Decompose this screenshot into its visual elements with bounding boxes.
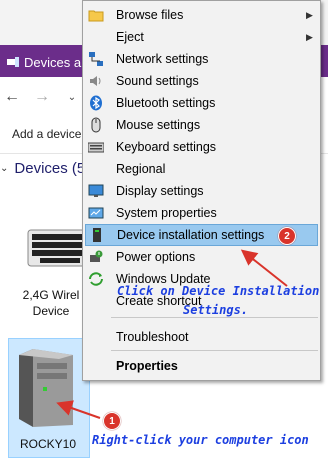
folder-icon xyxy=(88,10,104,22)
monitor-icon xyxy=(88,184,104,197)
forward-icon[interactable]: → xyxy=(34,88,50,106)
keyboard-label-line1: 2,4G Wirel xyxy=(22,288,80,302)
menu-item-keyboard-settings[interactable]: Keyboard settings xyxy=(83,136,320,158)
chevron-down-icon[interactable]: ⌄ xyxy=(64,92,80,103)
menu-item-label: Device installation settings xyxy=(117,228,265,242)
menu-item-label: Sound settings xyxy=(116,74,199,88)
system-icon xyxy=(88,207,104,219)
power-icon xyxy=(90,250,103,262)
menu-item-label: Troubleshoot xyxy=(116,330,189,344)
menu-item-label: Mouse settings xyxy=(116,118,201,132)
collapse-chevron-icon[interactable]: ⌄ xyxy=(0,163,8,174)
keyboard-device-label: 2,4G Wirel Device xyxy=(16,287,86,319)
devices-section-title: Devices (5 xyxy=(14,160,86,177)
mouse-icon xyxy=(91,117,101,133)
menu-item-label: Bluetooth settings xyxy=(116,96,216,110)
devices-section-header[interactable]: ⌄ Devices (5 xyxy=(0,160,85,177)
computer-device-label: ROCKY10 xyxy=(19,437,77,451)
menu-item-label: Eject xyxy=(116,30,144,44)
step1-badge: 1 xyxy=(103,412,121,430)
window-tab[interactable]: Devices an xyxy=(0,49,94,75)
menu-item-label: Network settings xyxy=(116,52,209,66)
menu-separator xyxy=(111,317,318,318)
windows-update-icon xyxy=(89,272,103,286)
menu-item-label: Browse files xyxy=(116,8,184,22)
menu-item-mouse-settings[interactable]: Mouse settings xyxy=(83,114,320,136)
menu-item-bluetooth-settings[interactable]: Bluetooth settings xyxy=(83,92,320,114)
menu-item-label: Display settings xyxy=(116,184,204,198)
back-icon[interactable]: ← xyxy=(4,88,20,106)
menu-item-troubleshoot[interactable]: Troubleshoot xyxy=(83,326,320,348)
device-install-icon xyxy=(93,228,101,242)
submenu-arrow-icon: ▶ xyxy=(306,9,313,20)
menu-item-power-options[interactable]: Power options xyxy=(83,246,320,268)
window-tab-title: Devices an xyxy=(24,54,89,70)
menu-item-label: Power options xyxy=(116,250,196,264)
menu-item-sound-settings[interactable]: Sound settings xyxy=(83,70,320,92)
context-menu: Browse files ▶ Eject ▶ Network settings … xyxy=(82,0,321,381)
keyboard-label-line2: Device xyxy=(32,304,70,318)
computer-tower-icon[interactable] xyxy=(15,347,77,429)
add-device-button[interactable]: Add a device xyxy=(12,127,81,141)
menu-item-label: Properties xyxy=(116,359,178,373)
keyboard-icon xyxy=(88,142,104,153)
step2-instruction-line1: Click on Device Installation xyxy=(117,284,320,298)
menu-item-eject[interactable]: Eject ▶ xyxy=(83,26,320,48)
menu-item-properties[interactable]: Properties xyxy=(83,355,320,377)
step1-instruction: Right-click your computer icon xyxy=(92,433,309,447)
speaker-icon xyxy=(90,76,101,86)
devices-printers-icon xyxy=(7,57,19,67)
step2-instruction-line2: Settings. xyxy=(183,303,249,317)
menu-separator xyxy=(111,350,318,351)
menu-item-regional[interactable]: Regional xyxy=(83,158,320,180)
submenu-arrow-icon: ▶ xyxy=(306,31,313,42)
menu-item-browse-files[interactable]: Browse files ▶ xyxy=(83,4,320,26)
step2-badge: 2 xyxy=(278,227,296,245)
menu-item-system-properties[interactable]: System properties xyxy=(83,202,320,224)
menu-item-label: System properties xyxy=(116,206,217,220)
menu-item-network-settings[interactable]: Network settings xyxy=(83,48,320,70)
menu-item-label: Regional xyxy=(116,162,166,176)
menu-item-label: Keyboard settings xyxy=(116,140,217,154)
menu-item-display-settings[interactable]: Display settings xyxy=(83,180,320,202)
bluetooth-icon xyxy=(90,95,102,111)
network-icon xyxy=(89,52,103,66)
